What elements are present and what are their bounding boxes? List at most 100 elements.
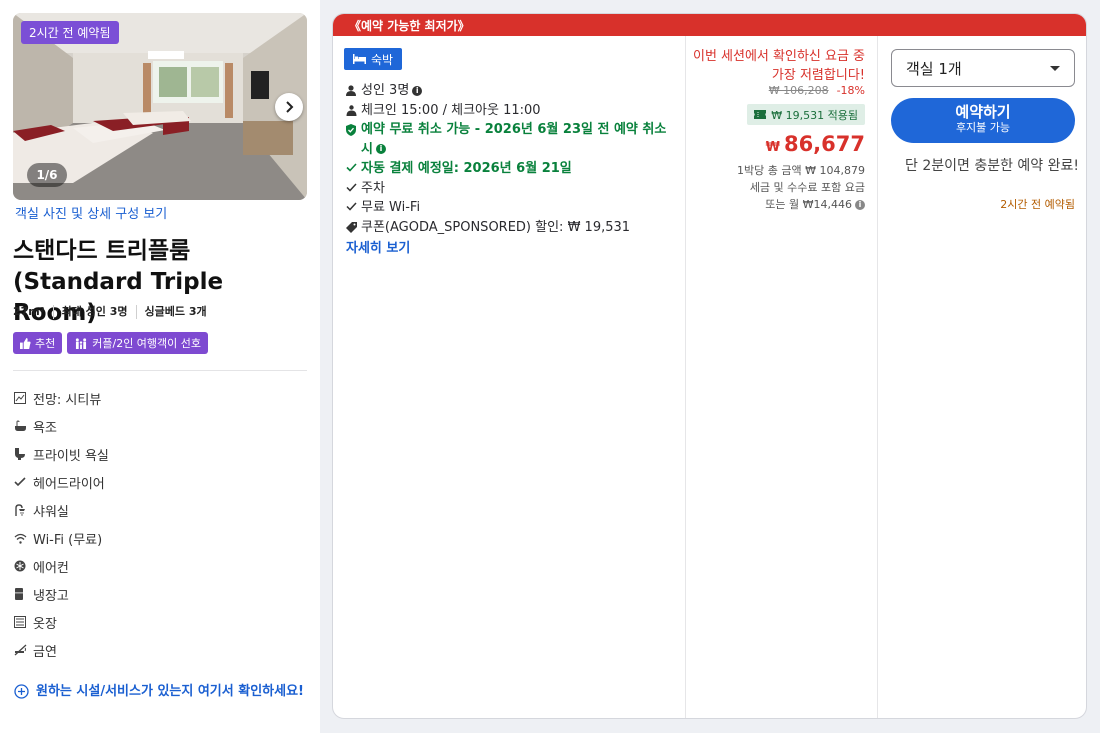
room-info-panel: 2시간 전 예약됨 1/6 객실 사진 및 상세 구성 보기 스탠다드 트리플룸… [0,0,320,733]
amenities-list: 전망: 시티뷰 욕조 프라이빗 욕실 헤어드라이어 샤워실 Wi-Fi (무료)… [14,384,109,664]
family-icon [76,337,87,349]
stay-badge-label: 숙박 [371,52,394,67]
amenity-aircon: 에어컨 [14,552,109,580]
feature-wifi-label: 무료 Wi-Fi [361,200,421,215]
bathtub-icon [14,412,33,440]
info-icon[interactable]: i [375,144,386,154]
bed-icon [353,54,366,64]
info-icon[interactable]: i [855,200,865,210]
offer-features-column: 숙박 성인 3명 i 체크인 15:00 / 체크아웃 11:00 예약 무료 취… [333,36,686,718]
more-details-link[interactable]: 자세히 보기 [346,237,676,256]
amenity-nonsmoking-label: 금연 [33,644,57,660]
room-count-value: 객실 1개 [906,59,962,78]
fridge-icon [14,580,33,608]
offer-price-column: 이번 세션에서 확인하신 요금 중 가장 저렴합니다! ₩ 106,208 -1… [685,36,878,718]
book-now-label: 예약하기 [955,103,1011,121]
amenity-nonsmoking: 금연 [14,636,109,664]
feature-checkin-label: 체크인 15:00 / 체크아웃 11:00 [361,102,541,118]
plus-circle-icon [14,682,36,705]
amenity-hairdryer-label: 헤어드라이어 [33,476,105,492]
amenity-wifi: Wi-Fi (무료) [14,524,109,552]
divider [13,370,307,371]
feature-free-cancel: 예약 무료 취소 가능 - 2026년 6월 23일 전 예약 취소 시i [346,120,676,159]
caret-down-icon [1050,65,1060,71]
check-icon [14,468,33,496]
amenity-wardrobe: 옷장 [14,608,109,636]
room-specs: 27m² 최대 성인 3명 싱글베드 3개 [13,305,215,319]
amenity-view: 전망: 시티뷰 [14,384,109,412]
quick-booking-message: 단 2분이면 충분한 예약 완료! [905,158,1079,174]
price-total: 1박당 총 금액 ₩ 104,879 [737,164,865,177]
shower-icon [14,496,33,524]
amenity-shower-label: 샤워실 [33,504,69,520]
amenity-bathtub: 욕조 [14,412,109,440]
amenity-private-bath: 프라이빗 욕실 [14,440,109,468]
shield-check-icon [346,120,361,159]
coupon-applied-label: ₩ 19,531 적용됨 [771,108,858,122]
amenity-view-label: 전망: 시티뷰 [33,392,102,408]
facility-check-link[interactable]: 원하는 시설/서비스가 있는지 여기서 확인하세요! [14,682,306,705]
facility-check-label: 원하는 시설/서비스가 있는지 여기서 확인하세요! [36,684,304,699]
amenity-wifi-label: Wi-Fi (무료) [33,532,103,548]
view-icon [14,384,33,412]
thumbs-up-icon [20,337,31,349]
tag-icon [346,218,361,238]
price-amount: 86,677 [783,132,865,156]
discount-percent: -18% [836,84,865,97]
chevron-right-icon [286,101,294,113]
price-tax-note: 세금 및 수수료 포함 요금 [749,181,865,194]
feature-auto-pay: 자동 결제 예정일: 2026년 6월 21일 [346,159,676,179]
offer-card: 《예약 가능한 최저가》 숙박 성인 3명 i 체크인 15:00 / 체크아웃 … [332,13,1087,719]
snowflake-icon [14,552,33,580]
price-monthly: 또는 월 ₩14,446 [765,198,852,211]
recent-booking-note: 2시간 전 예약됨 [1000,198,1075,211]
amenity-fridge: 냉장고 [14,580,109,608]
stay-badge: 숙박 [344,48,403,70]
feature-parking: 주차 [346,179,676,199]
ticket-icon [754,110,767,119]
tag-couples: 커플/2인 여행객이 선호 [67,332,209,354]
photo-counter: 1/6 [27,163,67,187]
offer-booking-column: 객실 1개 예약하기 후지불 가능 단 2분이면 충분한 예약 완료! 2시간 … [878,36,1086,718]
check-icon [346,179,361,199]
check-icon [346,198,361,218]
amenity-fridge-label: 냉장고 [33,588,69,604]
lowest-price-banner: 《예약 가능한 최저가》 [333,14,1086,36]
info-icon[interactable]: i [412,85,423,96]
feature-guests-label: 성인 3명 [361,83,410,98]
room-beds: 싱글베드 3개 [135,305,215,319]
wardrobe-icon [14,608,33,636]
recent-booking-badge: 2시간 전 예약됨 [21,21,119,44]
room-tags: 추천 커플/2인 여행객이 선호 [13,332,209,354]
check-icon [346,159,361,179]
tag-recommended: 추천 [13,332,63,354]
feature-parking-label: 주차 [361,180,385,196]
feature-checkin: 체크인 15:00 / 체크아웃 11:00 [346,101,676,121]
amenity-wardrobe-label: 옷장 [33,616,57,632]
room-photos-link[interactable]: 객실 사진 및 상세 구성 보기 [15,203,167,222]
feature-coupon: 쿠폰(AGODA_SPONSORED) 할인: ₩ 19,531 [346,218,676,238]
book-now-button[interactable]: 예약하기 후지불 가능 [891,98,1075,143]
amenity-aircon-label: 에어컨 [33,560,69,576]
cheapest-message: 이번 세션에서 확인하신 요금 중 가장 저렴합니다! [693,49,866,83]
original-price: ₩ 106,208 [768,84,829,97]
room-title-en: (Standard Triple Room) [13,269,224,326]
price-monthly-row: 또는 월 ₩14,446 i [685,196,865,213]
next-photo-button[interactable] [275,93,303,121]
feature-free-cancel-label: 예약 무료 취소 가능 - 2026년 6월 23일 전 예약 취소 시 [361,122,667,157]
original-price-row: ₩ 106,208 -18% [769,84,865,97]
no-smoking-icon [14,636,33,664]
pay-later-label: 후지불 가능 [955,121,1011,134]
feature-auto-pay-label: 자동 결제 예정일: 2026년 6월 21일 [361,161,572,176]
amenity-private-bath-label: 프라이빗 욕실 [33,448,109,464]
room-photo[interactable]: 2시간 전 예약됨 1/6 [13,13,307,200]
room-size: 27m² [13,305,45,318]
room-title-ko: 스탠다드 트리플룸 [13,238,191,264]
tag-couples-label: 커플/2인 여행객이 선호 [92,337,202,350]
wifi-icon [14,524,33,552]
final-price: ₩ 86,677 [766,132,865,156]
room-count-select[interactable]: 객실 1개 [891,49,1075,87]
person-icon [346,81,361,101]
amenity-bathtub-label: 욕조 [33,420,57,436]
feature-guests: 성인 3명 i [346,81,676,101]
